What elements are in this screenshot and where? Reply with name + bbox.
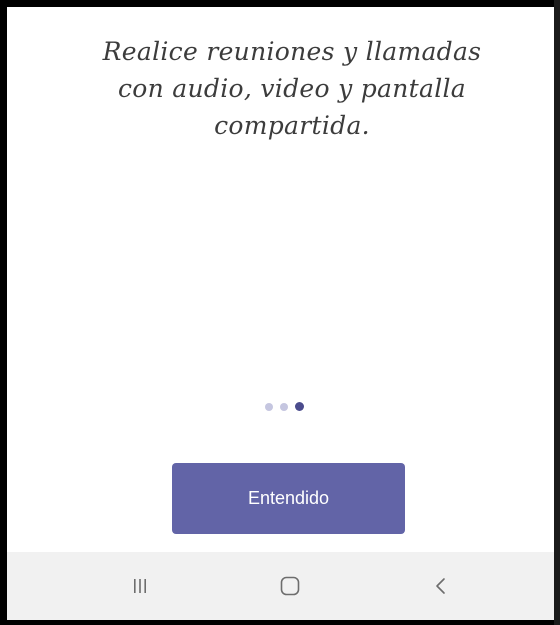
page-dot-3-active (295, 402, 304, 411)
back-button[interactable] (422, 570, 460, 602)
home-button[interactable] (267, 569, 313, 603)
back-icon (436, 578, 445, 594)
system-navigation-bar (7, 552, 555, 620)
recents-icon (134, 579, 146, 593)
recents-button[interactable] (120, 571, 160, 601)
entendido-button[interactable]: Entendido (172, 463, 405, 534)
home-icon (280, 576, 300, 596)
screen-frame: Realice reuniones y llamadas con audio, … (0, 0, 560, 625)
page-indicator (265, 402, 304, 411)
page-dot-1 (265, 402, 273, 411)
onboarding-headline: Realice reuniones y llamadas con audio, … (102, 37, 482, 140)
page-dot-2 (280, 402, 288, 411)
window-edge (554, 0, 560, 625)
